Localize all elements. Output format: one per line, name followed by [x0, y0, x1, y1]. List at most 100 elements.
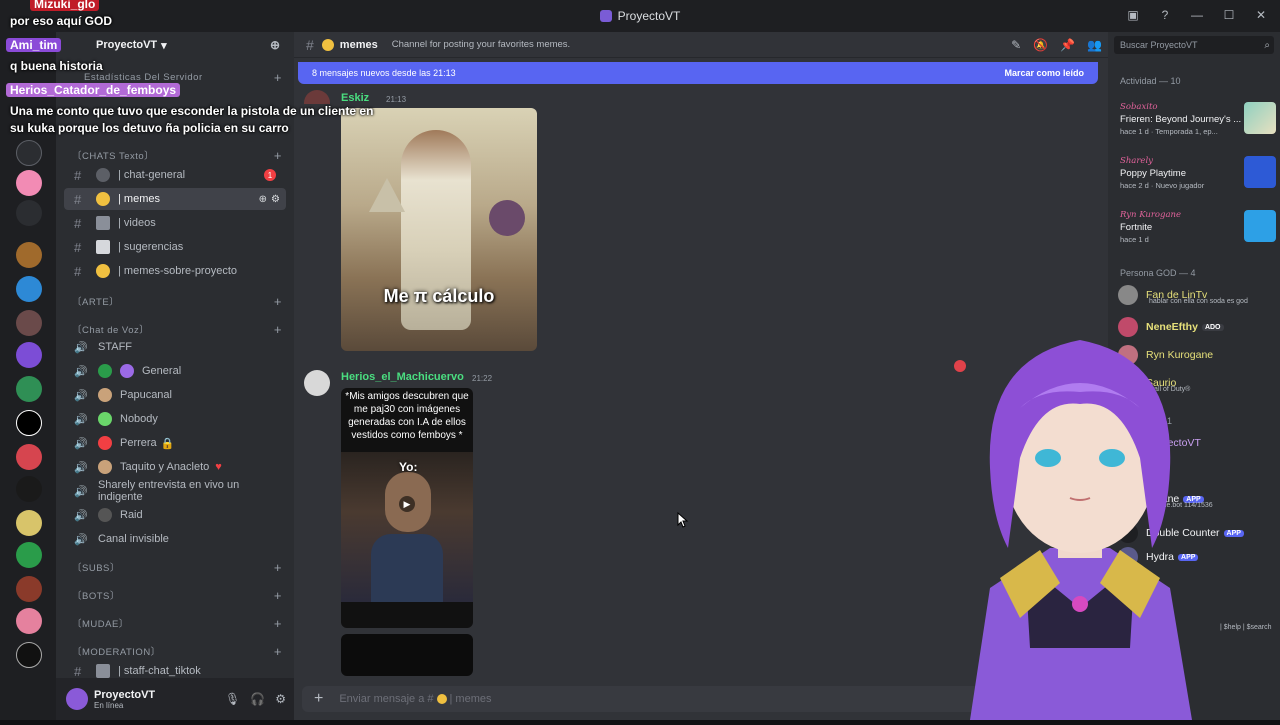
- overlay-username: Mizuki_glo: [30, 0, 100, 11]
- category-mudae[interactable]: 〔MUDAE〕 +: [64, 614, 286, 632]
- channel-chat-general[interactable]: # | chat-general 1: [64, 164, 286, 186]
- voice-channel[interactable]: 🔊 Raid: [64, 504, 286, 526]
- channel-emoji-icon: [321, 38, 334, 51]
- voice-channel[interactable]: 🔊 Canal invisible: [64, 528, 286, 550]
- voice-channel[interactable]: 🔊 Papucanal: [64, 384, 286, 406]
- add-member-icon[interactable]: ⊕: [270, 38, 284, 52]
- member-item[interactable]: Fan de LinTv hablar con ella con soda es…: [1118, 284, 1278, 306]
- server-icon[interactable]: [16, 342, 42, 368]
- add-channel-icon[interactable]: +: [274, 294, 282, 309]
- add-channel-icon[interactable]: +: [274, 70, 282, 85]
- threads-icon[interactable]: ✎: [1011, 38, 1021, 52]
- user-panel: ProyectoVT En línea 🎙 🎧 ⚙: [56, 678, 294, 720]
- red-circle-icon: [98, 436, 112, 450]
- meme-video[interactable]: *Mis amigos descubren que me paj30 con i…: [341, 388, 473, 628]
- server-icon[interactable]: [16, 444, 42, 470]
- voice-channel[interactable]: 🔊 General: [64, 360, 286, 382]
- headphones-icon[interactable]: 🎧: [250, 692, 265, 706]
- search-input[interactable]: Buscar ProyectoVT ⌕: [1114, 36, 1274, 54]
- search-icon: ⌕: [1264, 39, 1270, 51]
- title-bar: ProyectoVT ▣ ? — ☐ ✕: [0, 0, 1280, 32]
- add-channel-icon[interactable]: +: [274, 588, 282, 603]
- category-arte[interactable]: 〔ARTE〕 +: [64, 292, 286, 310]
- activity-item[interactable]: Ryn Kurogane Fortnite hace 1 d: [1116, 210, 1276, 254]
- microphone-icon[interactable]: 🎙: [225, 692, 240, 706]
- speaker-icon: 🔊: [74, 413, 88, 426]
- add-channel-icon[interactable]: +: [274, 560, 282, 575]
- help-icon[interactable]: ?: [1156, 6, 1174, 24]
- server-icon[interactable]: [16, 200, 42, 226]
- activity-item[interactable]: Sharely Poppy Playtime hace 2 d · Nuevo …: [1116, 156, 1276, 200]
- server-icon[interactable]: [16, 576, 42, 602]
- server-icon[interactable]: [16, 510, 42, 536]
- channel-memes[interactable]: # | memes ⊕ ⚙: [64, 188, 286, 210]
- avatar: [1118, 285, 1138, 305]
- activity-item[interactable]: Sobaxito Frieren: Beyond Journey's ... h…: [1116, 102, 1276, 146]
- user-name: ProyectoVT: [94, 688, 156, 701]
- add-channel-icon[interactable]: +: [274, 616, 282, 631]
- category-moderation[interactable]: 〔MODERATION〕 +: [64, 642, 286, 660]
- server-icon[interactable]: [16, 276, 42, 302]
- activity-title: Actividad — 10: [1120, 76, 1181, 86]
- server-icon[interactable]: [16, 410, 42, 436]
- voice-channel[interactable]: 🔊 STAFF: [64, 336, 286, 358]
- inbox-icon[interactable]: ▣: [1124, 6, 1142, 24]
- server-icon[interactable]: [16, 170, 42, 196]
- close-button[interactable]: ✕: [1252, 6, 1270, 24]
- speaker-icon: 🔊: [74, 461, 88, 474]
- category-bots[interactable]: 〔BOTS〕 +: [64, 586, 286, 604]
- server-header[interactable]: ProyectoVT ▾ ⊕: [56, 32, 294, 58]
- channel-emoji-icon: [96, 264, 110, 278]
- voice-channel[interactable]: 🔊 Taquito y Anacleto ♥: [64, 456, 286, 478]
- channel-emoji-icon: [98, 388, 112, 402]
- server-icon[interactable]: [16, 376, 42, 402]
- mark-as-read-button[interactable]: Marcar como leído: [1004, 68, 1084, 78]
- add-channel-icon[interactable]: +: [274, 644, 282, 659]
- server-icon[interactable]: [16, 140, 42, 166]
- voice-channel[interactable]: 🔊 Sharely entrevista en vivo un indigente: [64, 479, 286, 503]
- hash-icon: #: [74, 191, 82, 207]
- avatar[interactable]: [304, 370, 330, 396]
- channel-sugerencias[interactable]: # | sugerencias: [64, 236, 286, 258]
- server-icon[interactable]: [16, 608, 42, 634]
- user-status: En línea: [94, 700, 124, 710]
- minimize-button[interactable]: —: [1188, 6, 1206, 24]
- alien-icon: [98, 412, 112, 426]
- category-chats[interactable]: 〔CHATS Texto〕 +: [64, 146, 286, 164]
- new-messages-bar[interactable]: 8 mensajes nuevos desde las 21:13 Marcar…: [298, 62, 1098, 84]
- server-icon: [599, 10, 612, 22]
- voice-channel[interactable]: 🔊 Perrera 🔒: [64, 432, 286, 454]
- composer-channel: | memes: [449, 693, 492, 705]
- invite-icon[interactable]: ⊕: [259, 194, 267, 205]
- gear-icon[interactable]: ⚙: [271, 194, 280, 205]
- notification-bell-icon[interactable]: 🔕: [1033, 38, 1048, 52]
- meme-image[interactable]: [341, 634, 473, 676]
- activity-thumbnail: [1244, 102, 1276, 134]
- meme-image[interactable]: Me π cálculo: [341, 108, 537, 351]
- add-channel-icon[interactable]: +: [274, 322, 282, 337]
- voice-channel[interactable]: 🔊 Nobody: [64, 408, 286, 430]
- server-icon[interactable]: [16, 476, 42, 502]
- server-icon[interactable]: [16, 642, 42, 668]
- gear-icon[interactable]: ⚙: [275, 692, 286, 706]
- maximize-button[interactable]: ☐: [1220, 6, 1238, 24]
- members-icon[interactable]: 👥: [1087, 38, 1102, 52]
- server-icon[interactable]: [16, 310, 42, 336]
- message-author[interactable]: Herios_el_Machicuervo: [341, 371, 464, 383]
- add-attachment-icon[interactable]: +: [314, 690, 323, 708]
- activity-thumbnail: [1244, 156, 1276, 188]
- play-icon[interactable]: ▶: [399, 496, 415, 512]
- avatar[interactable]: [66, 688, 88, 710]
- globe-icon: [98, 364, 112, 378]
- channel-memes-sobre-proyecto[interactable]: # | memes-sobre-proyecto: [64, 260, 286, 282]
- add-channel-icon[interactable]: +: [274, 148, 282, 163]
- overlay-message: por eso aquí GOD: [10, 14, 113, 28]
- avatar[interactable]: [304, 90, 330, 104]
- unread-badge: 1: [264, 169, 276, 181]
- server-icon[interactable]: [16, 542, 42, 568]
- server-icon[interactable]: [16, 242, 42, 268]
- category-subs[interactable]: 〔SUBS〕 +: [64, 558, 286, 576]
- pin-icon[interactable]: 📌: [1060, 38, 1075, 52]
- channel-videos[interactable]: # | videos: [64, 212, 286, 234]
- channel-emoji-icon: [96, 664, 110, 678]
